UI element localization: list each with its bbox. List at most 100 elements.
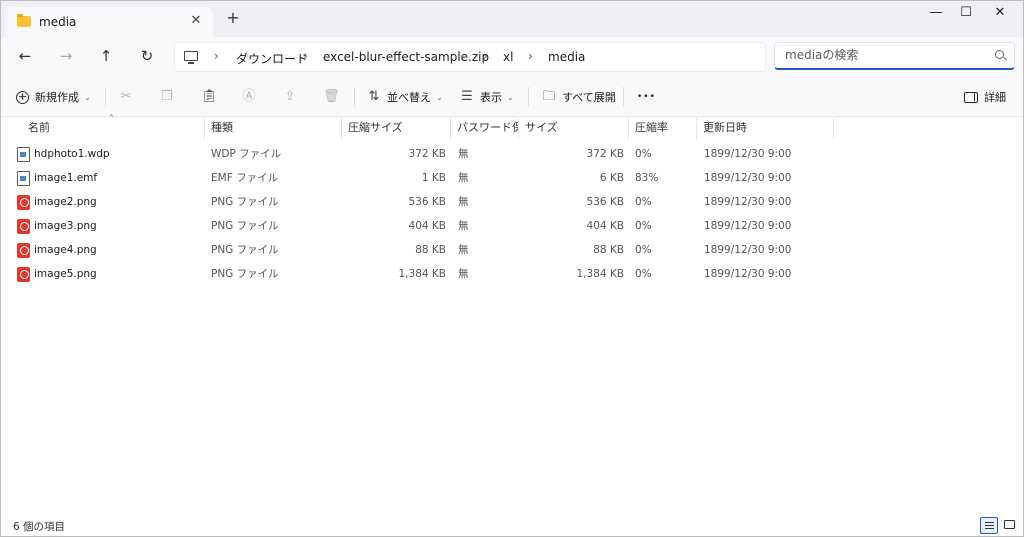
forward-button[interactable]: → — [55, 46, 77, 66]
file-name: image2.png — [34, 196, 97, 208]
chevron-down-icon: ⌄ — [84, 92, 91, 102]
new-button[interactable]: + 新規作成 ⌄ — [16, 77, 91, 117]
chevron-right-icon[interactable]: › — [528, 49, 533, 63]
file-type: PNG ファイル — [211, 220, 279, 232]
file-modified: 1899/12/30 9:00 — [704, 220, 792, 232]
more-options-button[interactable]: ••• — [637, 77, 656, 117]
file-packed-size: 88 KB — [415, 244, 446, 256]
file-type: WDP ファイル — [211, 148, 282, 160]
file-size: 536 KB — [586, 196, 624, 208]
address-row: ← → ↑ ↻ › ダウンロード › excel-blur-effect-sam… — [1, 37, 1023, 77]
file-password: 無 — [458, 172, 469, 184]
file-size: 6 KB — [599, 172, 624, 184]
column-header-size[interactable]: サイズ — [520, 118, 629, 140]
file-row[interactable]: image1.emf EMF ファイル 1 KB 無 6 KB 83% 1899… — [1, 166, 1023, 190]
cut-button[interactable]: ✂ — [119, 77, 133, 117]
file-ratio: 0% — [635, 268, 652, 280]
share-button[interactable]: ⇪ — [283, 77, 297, 117]
details-label: 詳細 — [984, 91, 1006, 104]
column-header-password[interactable]: パスワード保... — [452, 118, 519, 140]
list-view-icon — [985, 522, 994, 524]
view-label: 表示 — [480, 91, 502, 104]
file-packed-size: 404 KB — [408, 220, 446, 232]
details-view-button[interactable] — [980, 517, 998, 534]
this-pc-icon[interactable] — [184, 51, 198, 64]
column-header-name[interactable]: 名前 — [23, 118, 205, 140]
breadcrumb[interactable]: › ダウンロード › excel-blur-effect-sample.zip … — [174, 42, 766, 72]
file-row[interactable]: image3.png PNG ファイル 404 KB 無 404 KB 0% 1… — [1, 214, 1023, 238]
clipboard-icon: 📋︎ — [201, 89, 218, 104]
png-icon — [17, 243, 30, 258]
column-headers: ˄ 名前 種類 圧縮サイズ パスワード保... サイズ 圧縮率 更新日時 — [1, 114, 1023, 140]
extract-folder-icon: 🗀︎ — [542, 89, 556, 104]
tiles-view-icon — [1004, 520, 1015, 529]
file-packed-size: 1 KB — [421, 172, 446, 184]
list-view-icon: ☰ — [461, 89, 473, 104]
search-box[interactable] — [774, 42, 1015, 70]
file-password: 無 — [458, 148, 469, 160]
file-modified: 1899/12/30 9:00 — [704, 196, 792, 208]
document-icon — [17, 171, 30, 186]
expand-all-button[interactable]: 🗀︎ すべて展開 — [542, 77, 615, 117]
breadcrumb-downloads[interactable]: ダウンロード — [236, 50, 308, 67]
file-ratio: 0% — [635, 148, 652, 160]
copy-icon: ❐ — [161, 89, 173, 104]
file-password: 無 — [458, 196, 469, 208]
tab-title: media — [39, 15, 77, 29]
file-ratio: 83% — [635, 172, 659, 184]
rename-button[interactable]: Ⓐ — [242, 77, 256, 117]
copy-button[interactable]: ❐ — [160, 77, 174, 117]
search-input[interactable] — [785, 48, 985, 62]
details-pane-icon — [964, 91, 978, 103]
breadcrumb-xl[interactable]: xl — [503, 50, 513, 64]
column-header-ratio[interactable]: 圧縮率 — [630, 118, 697, 140]
breadcrumb-media[interactable]: media — [548, 50, 585, 64]
delete-button[interactable]: 🗑︎ — [323, 77, 340, 117]
png-icon — [17, 195, 30, 210]
divider — [354, 87, 355, 107]
close-window-button[interactable]: ✕ — [977, 1, 1023, 27]
png-icon — [17, 267, 30, 282]
file-size: 372 KB — [586, 148, 624, 160]
file-row[interactable]: image2.png PNG ファイル 536 KB 無 536 KB 0% 1… — [1, 190, 1023, 214]
file-packed-size: 536 KB — [408, 196, 446, 208]
column-header-modified[interactable]: 更新日時 — [698, 118, 834, 140]
file-size: 1,384 KB — [576, 268, 625, 280]
status-bar: 6 個の項目 — [1, 514, 1023, 536]
trash-icon: 🗑︎ — [323, 89, 340, 104]
back-button[interactable]: ← — [14, 46, 36, 66]
tiles-view-button[interactable] — [1001, 517, 1019, 534]
breadcrumb-zip[interactable]: excel-blur-effect-sample.zip — [323, 50, 489, 64]
column-header-packed-size[interactable]: 圧縮サイズ — [343, 118, 451, 140]
file-size: 88 KB — [593, 244, 624, 256]
sort-button[interactable]: ⇅ 並べ替え ⌄ — [367, 77, 443, 117]
chevron-down-icon: ⌄ — [436, 92, 443, 102]
paste-button[interactable]: 📋︎ — [201, 77, 218, 117]
divider — [528, 87, 529, 107]
chevron-right-icon[interactable]: › — [214, 49, 219, 63]
chevron-right-icon[interactable]: › — [303, 49, 308, 63]
file-row[interactable]: image5.png PNG ファイル 1,384 KB 無 1,384 KB … — [1, 262, 1023, 286]
tab-media[interactable]: media ✕ — [7, 7, 213, 37]
file-list: hdphoto1.wdp WDP ファイル 372 KB 無 372 KB 0%… — [1, 142, 1023, 286]
tab-close-icon[interactable]: ✕ — [189, 13, 203, 29]
new-tab-button[interactable]: + — [225, 10, 241, 28]
chevron-down-icon: ⌄ — [507, 92, 514, 102]
refresh-button[interactable]: ↻ — [136, 46, 158, 66]
up-button[interactable]: ↑ — [95, 46, 117, 66]
view-button[interactable]: ☰ 表示 ⌄ — [460, 77, 514, 117]
file-packed-size: 372 KB — [408, 148, 446, 160]
chevron-right-icon[interactable]: › — [483, 49, 488, 63]
divider — [105, 87, 106, 107]
file-row[interactable]: hdphoto1.wdp WDP ファイル 372 KB 無 372 KB 0%… — [1, 142, 1023, 166]
file-ratio: 0% — [635, 244, 652, 256]
item-count: 6 個の項目 — [13, 521, 66, 533]
column-header-type[interactable]: 種類 — [206, 118, 342, 140]
details-pane-button[interactable]: 詳細 — [964, 77, 1006, 117]
file-modified: 1899/12/30 9:00 — [704, 268, 792, 280]
file-size: 404 KB — [586, 220, 624, 232]
file-type: PNG ファイル — [211, 244, 279, 256]
file-password: 無 — [458, 268, 469, 280]
file-row[interactable]: image4.png PNG ファイル 88 KB 無 88 KB 0% 189… — [1, 238, 1023, 262]
share-icon: ⇪ — [284, 89, 296, 104]
